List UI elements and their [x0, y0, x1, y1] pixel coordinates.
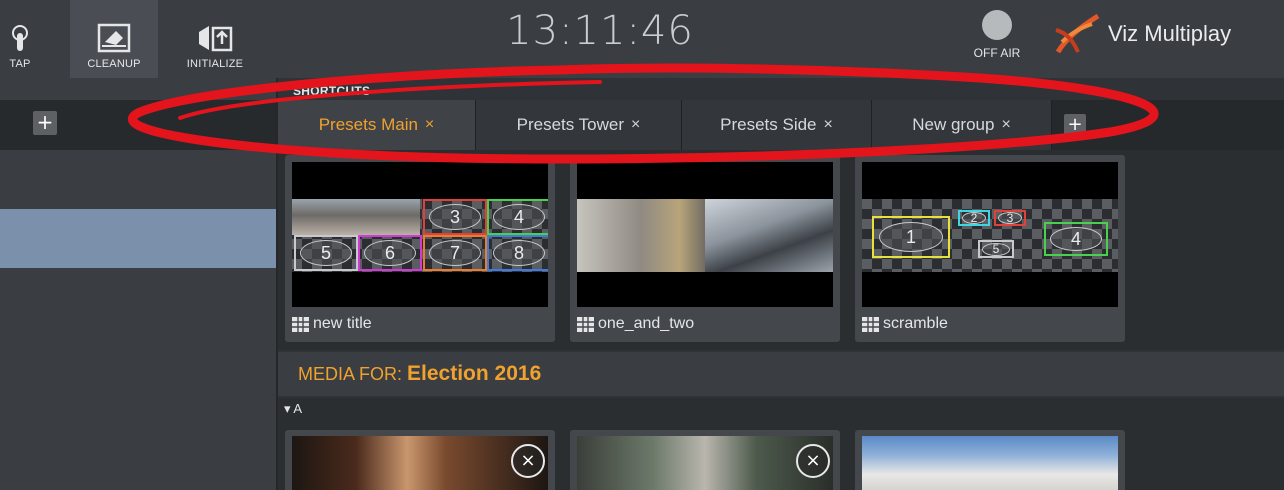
viz-logo-icon: [1055, 13, 1100, 54]
slot-number: 2: [962, 211, 986, 225]
media-thumbnail: [292, 436, 548, 490]
slot-number: 4: [493, 204, 545, 230]
tab-label: Presets Side: [720, 115, 817, 134]
layout-slot: 8: [487, 235, 548, 271]
slot-number: 6: [364, 240, 416, 266]
close-tab-icon[interactable]: ×: [824, 116, 833, 134]
media-header: MEDIA FOR: Election 2016: [278, 352, 1284, 396]
tab-label: New group: [912, 115, 995, 134]
preset-name: new title: [292, 315, 372, 333]
slot-number: 7: [429, 240, 481, 266]
clock-indicator: [542, 68, 560, 71]
remove-media-button[interactable]: ×: [796, 444, 830, 478]
preset-thumbnail: 3 4 5 6 7 8: [292, 162, 548, 307]
slot-number: 3: [429, 204, 481, 230]
tab-label: Presets Main: [318, 115, 418, 134]
layout-slot: 4: [487, 199, 548, 235]
media-thumbnail: [862, 436, 1118, 490]
preset-name-text: scramble: [883, 315, 948, 332]
on-air-indicator-icon: [982, 10, 1012, 40]
selected-list-item[interactable]: [0, 209, 276, 268]
media-section-toggle[interactable]: ▾ A: [278, 398, 1284, 422]
tap-label: TAP: [9, 58, 31, 70]
tab-presets-main[interactable]: Presets Main ×: [278, 100, 476, 150]
layout-slot: 7: [423, 235, 487, 271]
close-tab-icon[interactable]: ×: [1001, 116, 1010, 134]
slot-number: 3: [998, 211, 1022, 225]
preset-name-text: new title: [313, 315, 372, 332]
cleanup-label: CLEANUP: [87, 58, 141, 70]
add-playlist-button[interactable]: +: [33, 111, 57, 135]
add-tab-button[interactable]: +: [1064, 114, 1086, 136]
tap-button[interactable]: TAP: [0, 0, 40, 78]
layout-slot: 5: [294, 235, 358, 271]
media-card[interactable]: ×: [570, 430, 840, 490]
layout-slot: 3: [423, 199, 487, 235]
hand-tap-icon: [12, 25, 28, 51]
section-label: ▾ A: [284, 401, 303, 416]
close-tab-icon[interactable]: ×: [631, 116, 640, 134]
initialize-label: INITIALIZE: [186, 58, 244, 70]
photo-preview: [705, 199, 833, 272]
slot-number: 8: [493, 240, 545, 266]
left-panel-header: +: [0, 100, 276, 150]
slot-number: 5: [982, 242, 1010, 256]
tab-label: Presets Tower: [516, 115, 625, 134]
layout-slot: 3: [994, 210, 1026, 226]
photo-preview: [292, 199, 420, 235]
preset-card-one-and-two[interactable]: one_and_two: [570, 155, 840, 342]
media-card[interactable]: ×: [285, 430, 555, 490]
layout-slot: 2: [958, 210, 990, 226]
preset-card-scramble[interactable]: 1 2 3 5 4 scramble: [855, 155, 1125, 342]
media-card[interactable]: [855, 430, 1125, 490]
grid-layout-icon: [862, 316, 879, 332]
grid-layout-icon: [292, 316, 309, 332]
off-air-label: OFF AIR: [973, 46, 1021, 60]
remove-media-button[interactable]: ×: [511, 444, 545, 478]
grid-layout-icon: [577, 316, 594, 332]
slot-number: 4: [1050, 227, 1102, 251]
preset-name-text: one_and_two: [598, 315, 695, 332]
media-prefix: MEDIA FOR:: [298, 364, 403, 384]
media-thumbnail: [577, 436, 833, 490]
left-panel: +: [0, 78, 276, 490]
tab-new-group[interactable]: New group ×: [872, 100, 1052, 150]
tab-presets-tower[interactable]: Presets Tower ×: [476, 100, 682, 150]
close-tab-icon[interactable]: ×: [425, 116, 434, 134]
layout-slot: 1: [872, 216, 950, 258]
media-playlist-name: Election 2016: [407, 362, 542, 385]
initialize-icon: [199, 26, 233, 52]
section-name: A: [293, 401, 303, 416]
preset-thumbnail: [577, 162, 833, 307]
layout-slot: 4: [1044, 222, 1108, 256]
layout-slot: 6: [358, 235, 422, 271]
preset-thumbnail: 1 2 3 5 4: [862, 162, 1118, 307]
tab-presets-side[interactable]: Presets Side ×: [682, 100, 872, 150]
on-air-status[interactable]: OFF AIR: [962, 10, 1032, 60]
initialize-button[interactable]: INITIALIZE: [166, 0, 264, 78]
layout-slot: 5: [978, 240, 1014, 258]
preset-grid: 3 4 5 6 7 8 new title one_and_two 1 2 3: [278, 150, 1284, 350]
cleanup-button[interactable]: CLEANUP: [70, 0, 158, 78]
preset-name: one_and_two: [577, 315, 694, 333]
media-title: MEDIA FOR: Election 2016: [298, 362, 541, 386]
eraser-icon: [97, 23, 131, 53]
slot-number: 5: [300, 240, 352, 266]
shortcuts-label: SHORTCUTS: [293, 84, 371, 98]
brand-name: Viz Multiplay: [1108, 21, 1232, 46]
preset-card-new-title[interactable]: 3 4 5 6 7 8 new title: [285, 155, 555, 342]
top-toolbar: TAP CLEANUP INITIALIZE 13:11:46 OFF AIR …: [0, 0, 1284, 78]
clock-display: 13:11:46: [506, 8, 694, 54]
media-grid: × ×: [278, 422, 1284, 490]
shortcut-tabs: Presets Main × Presets Tower × Presets S…: [278, 100, 1284, 150]
brand-logo: Viz Multiplay: [1052, 12, 1231, 56]
preset-name: scramble: [862, 315, 948, 333]
slot-number: 1: [879, 222, 943, 252]
